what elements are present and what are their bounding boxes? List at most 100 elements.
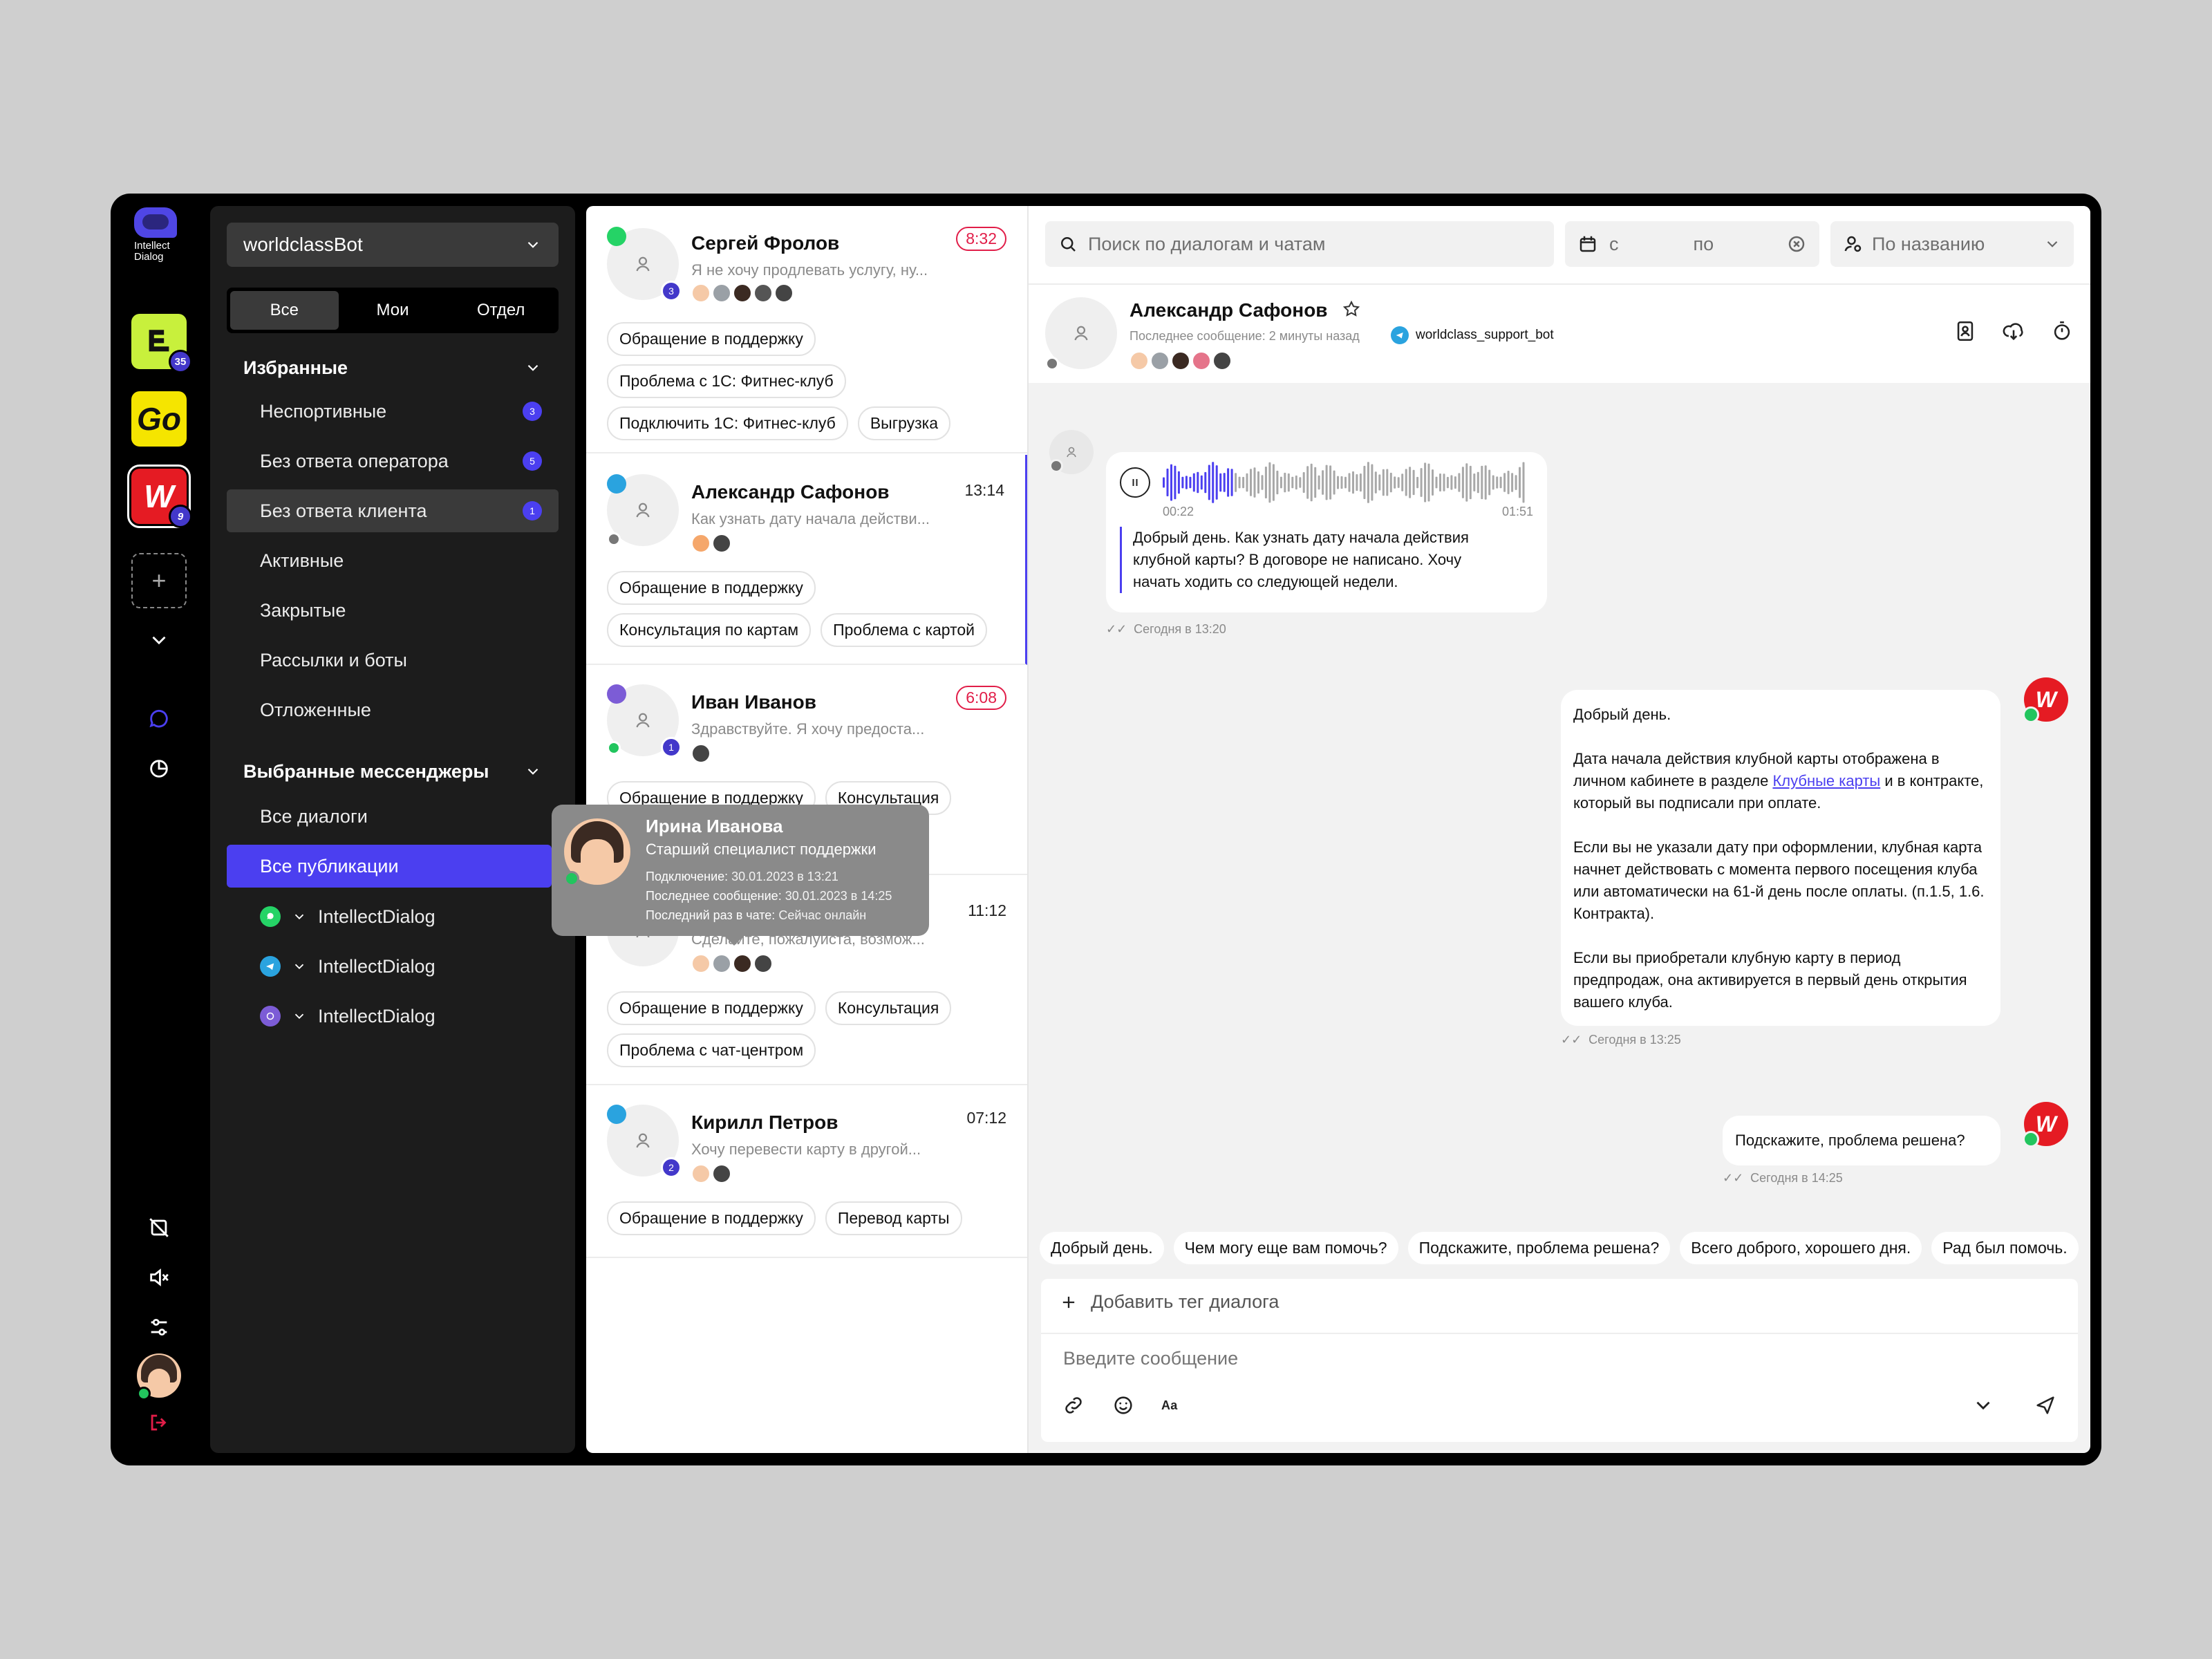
add-app-button[interactable]: + (131, 553, 187, 608)
chat-icon[interactable] (144, 704, 174, 734)
waveform-bar (1348, 473, 1351, 492)
tag-chip[interactable]: Обращение в поддержку (607, 1201, 816, 1235)
attach-link-icon[interactable] (1062, 1394, 1085, 1417)
sidebar-item-non-sport[interactable]: Неспортивные 3 (227, 390, 559, 433)
notifications-off-icon[interactable] (144, 1212, 174, 1243)
tag-chip[interactable]: Проблема с картой (821, 613, 988, 647)
club-cards-link[interactable]: Клубные карты (1772, 772, 1880, 789)
tab-department[interactable]: Отдел (447, 291, 555, 330)
tag-chip[interactable]: Консультация по картам (607, 613, 812, 647)
mute-icon[interactable] (144, 1262, 174, 1293)
channel-viber[interactable]: IntellectDialog (260, 995, 435, 1037)
sidebar-item-active[interactable]: Активные (227, 539, 559, 582)
waveform-bar (1318, 475, 1320, 490)
sidebar-item-all-dialogs[interactable]: Все диалоги (227, 795, 559, 838)
waveform-bar (1200, 475, 1203, 490)
operator-avatar (753, 954, 773, 973)
date-to-input[interactable]: по (1694, 234, 1714, 255)
contact-name: Сергей Фролов (691, 232, 840, 254)
settings-sliders-icon[interactable] (144, 1312, 174, 1342)
sidebar-item-no-operator-reply[interactable]: Без ответа оператора 5 (227, 440, 559, 482)
operator-avatar (691, 534, 711, 553)
analytics-icon[interactable] (144, 753, 174, 784)
channel-whatsapp[interactable]: IntellectDialog (260, 896, 435, 937)
quick-reply-chip[interactable]: Добрый день. (1040, 1232, 1164, 1264)
tag-chip[interactable]: Перевод карты (825, 1201, 962, 1235)
tag-chip[interactable]: Проблема с 1С: Фитнес-клуб (607, 364, 846, 398)
tag-chip[interactable]: Консультация (825, 991, 952, 1025)
add-tag-button[interactable]: Добавить тег диалога (1059, 1291, 1279, 1313)
timer-icon[interactable] (2050, 319, 2074, 343)
send-icon[interactable] (2034, 1394, 2057, 1417)
favorites-section-header[interactable]: Избранные (227, 348, 559, 387)
operator-avatars (691, 954, 773, 973)
sort-select[interactable]: По названию (1830, 221, 2074, 267)
operator-avatar (691, 744, 711, 763)
tag-chip[interactable]: Проблема с чат-центром (607, 1033, 816, 1067)
bot-select[interactable]: worldclassBot (227, 223, 559, 267)
tag-chip[interactable]: Выгрузка (857, 406, 951, 440)
quick-reply-chip[interactable]: Всего доброго, хорошего дня. (1680, 1232, 1922, 1264)
waveform-bar (1465, 463, 1468, 502)
app-tile-worldclass[interactable]: W 9 (127, 465, 192, 528)
quick-reply-chip[interactable]: Чем могу еще вам помочь? (1173, 1232, 1398, 1264)
star-icon[interactable] (1341, 299, 1362, 319)
voice-waveform[interactable] (1163, 462, 1526, 503)
sidebar-item-label: Неспортивные (260, 400, 387, 422)
chat-contact-name: Александр Сафонов (1130, 299, 1328, 321)
operator-avatar (733, 283, 752, 303)
waveform-bar (1420, 468, 1423, 497)
message-input[interactable] (1063, 1348, 1754, 1369)
waveform-bar (1215, 465, 1218, 500)
quick-reply-chip[interactable]: Подскажите, проблема решена? (1407, 1232, 1671, 1264)
chevron-down-icon (294, 964, 304, 970)
tab-all[interactable]: Все (230, 291, 339, 330)
emoji-icon[interactable] (1112, 1394, 1135, 1417)
tag-chip[interactable]: Обращение в поддержку (607, 322, 816, 356)
date-from-input[interactable]: с (1609, 234, 1619, 255)
waveform-bar (1424, 462, 1427, 503)
operator-avatar (691, 283, 711, 303)
sidebar-item-postponed[interactable]: Отложенные (227, 688, 559, 731)
text-format-button[interactable]: Аа (1161, 1398, 1177, 1413)
download-icon[interactable] (2002, 319, 2025, 343)
stack-icon (149, 330, 169, 352)
sidebar-item-mailings-bots[interactable]: Рассылки и боты (227, 639, 559, 682)
waveform-bar (1230, 469, 1233, 496)
brand-mark (134, 207, 177, 238)
sidebar-item-closed[interactable]: Закрытые (227, 589, 559, 632)
logout-icon[interactable] (144, 1407, 174, 1438)
dialog-card[interactable]: 2 Кирилл Петров Хочу перевести карту в д… (586, 1085, 1027, 1258)
sidebar-item-no-client-reply[interactable]: Без ответа клиента 1 (227, 489, 559, 532)
app-tile-1[interactable]: 35 (131, 314, 192, 373)
operator-avatar (1150, 351, 1170, 371)
quick-reply-chip[interactable]: Рад был помочь. (1931, 1232, 2079, 1264)
operator-avatars (1130, 351, 1232, 371)
clear-icon[interactable] (1786, 234, 1807, 254)
app-tile-go[interactable]: Go (131, 391, 187, 447)
tag-chip[interactable]: Обращение в поддержку (607, 571, 816, 605)
double-check-icon: ✓✓ (1561, 1033, 1582, 1047)
tag-chip[interactable]: Подключить 1С: Фитнес-клуб (607, 406, 848, 440)
sidebar: worldclassBot Все Мои Отдел Избранные Не… (210, 206, 575, 1453)
pause-button[interactable] (1120, 467, 1150, 498)
messengers-section-header[interactable]: Выбранные мессенджеры (227, 752, 559, 791)
dialog-card[interactable]: 3 Сергей Фролов Я не хочу продлевать усл… (586, 206, 1027, 453)
search-input[interactable]: Поиск по диалогам и чатам (1088, 234, 1325, 255)
chevron-down-icon[interactable] (1971, 1394, 1995, 1417)
dialog-card-selected[interactable]: Александр Сафонов Как узнать дату начала… (586, 455, 1027, 665)
chevron-down-icon[interactable] (144, 625, 174, 655)
whatsapp-icon (607, 227, 626, 246)
waveform-bar (1443, 474, 1445, 491)
contact-card-icon[interactable] (1953, 319, 1977, 343)
waveform-bar (1238, 476, 1241, 489)
channel-telegram[interactable]: IntellectDialog (260, 946, 435, 987)
message-time: 11:12 (968, 901, 1006, 919)
waveform-bar (1412, 469, 1415, 496)
tag-chip[interactable]: Обращение в поддержку (607, 991, 816, 1025)
search-field[interactable]: Поиск по диалогам и чатам (1045, 221, 1554, 267)
tab-mine[interactable]: Мои (339, 291, 447, 330)
date-range-filter[interactable]: с по (1565, 221, 1819, 267)
sidebar-item-all-publications[interactable]: Все публикации (227, 845, 552, 888)
unread-badge: 2 (661, 1157, 682, 1178)
